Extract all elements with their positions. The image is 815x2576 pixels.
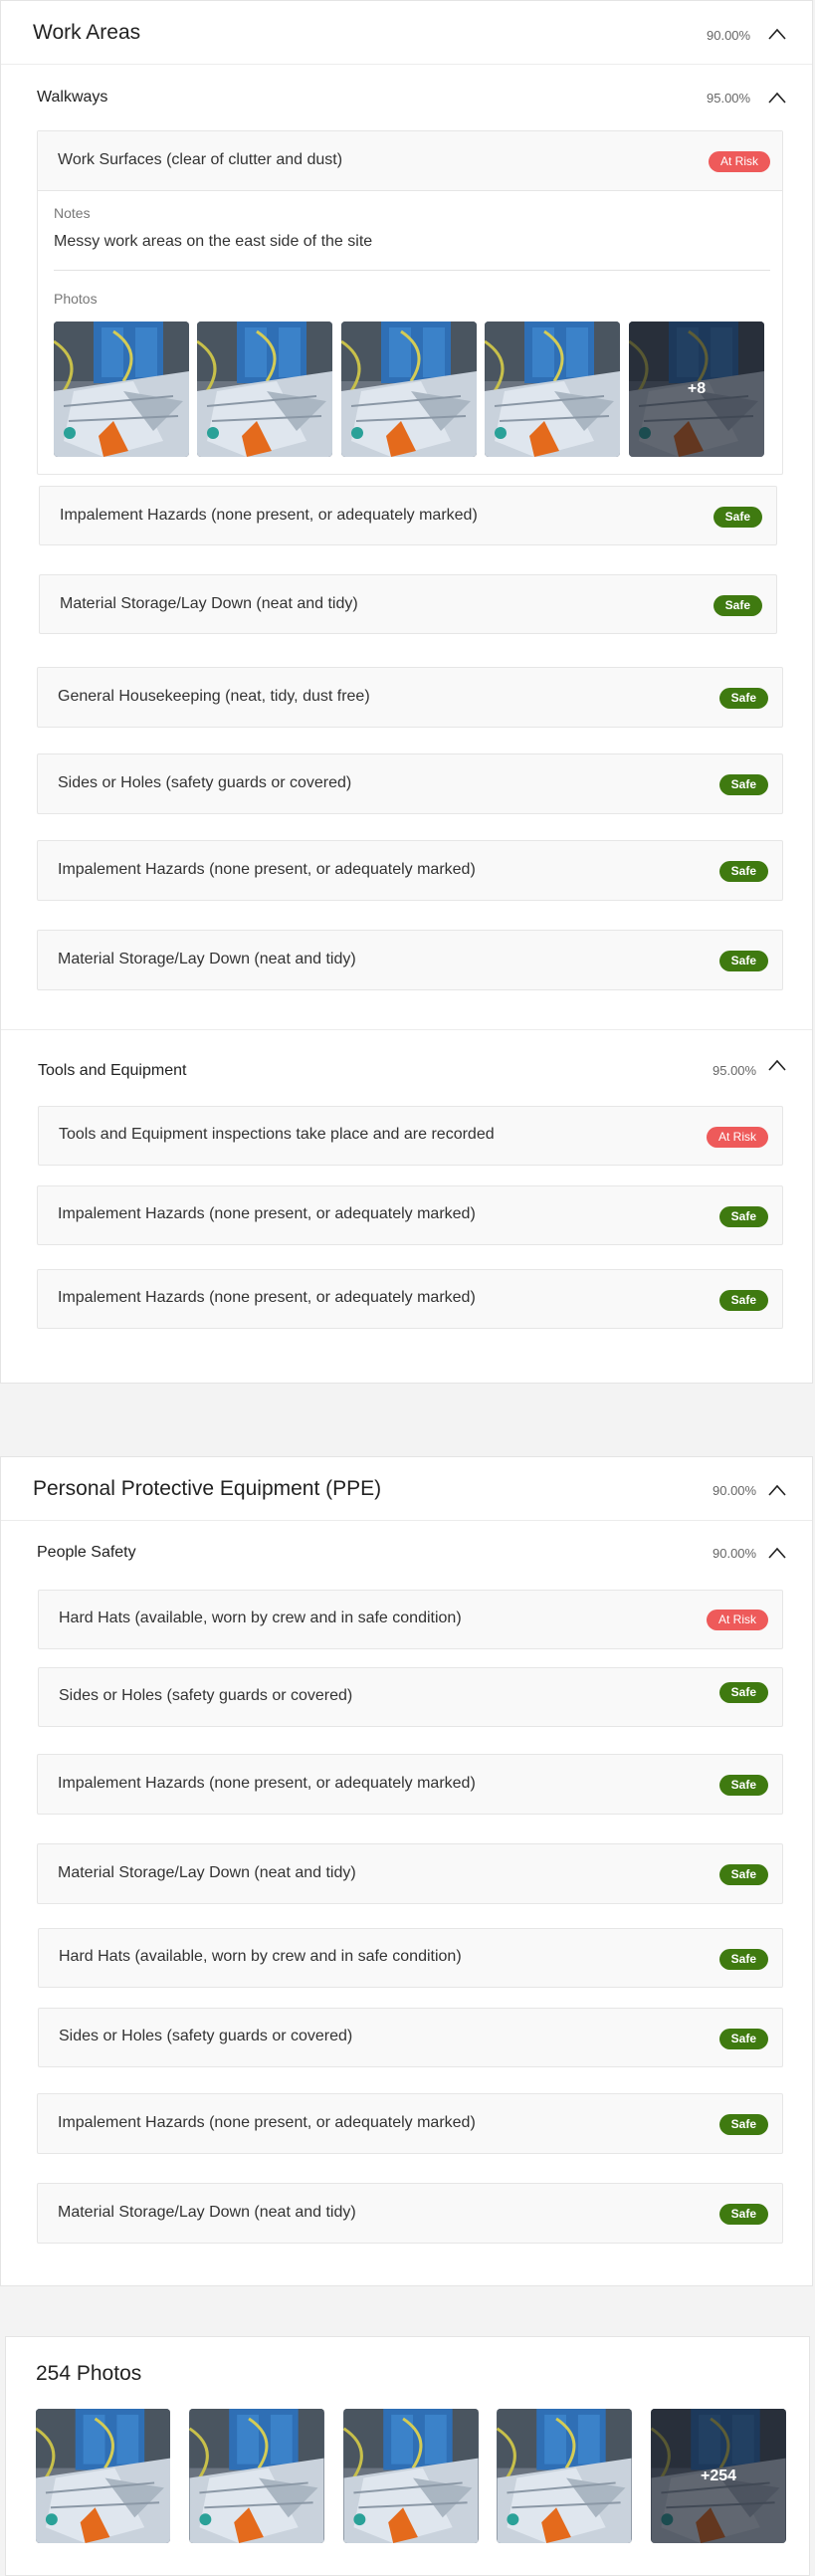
section-title: Work Areas — [33, 21, 141, 44]
status-badge: Safe — [718, 1682, 768, 1703]
checklist-item-expanded: Work Surfaces (clear of clutter and dust… — [37, 130, 783, 475]
status-badge: At Risk — [708, 151, 770, 172]
checklist-item[interactable]: Material Storage/Lay Down (neat and tidy… — [37, 1843, 783, 1904]
photo-thumbnail[interactable] — [485, 322, 620, 457]
more-photos-count: +8 — [629, 322, 764, 457]
status-badge: Safe — [718, 2114, 768, 2135]
photo-thumbnail[interactable] — [343, 2409, 479, 2543]
checklist-item[interactable]: Impalement Hazards (none present, or ade… — [37, 840, 783, 901]
status-badge: Safe — [718, 774, 768, 795]
status-badge: Safe — [713, 595, 762, 616]
subsection-title: Walkways — [37, 89, 108, 106]
divider — [54, 270, 770, 271]
status-badge: Safe — [713, 507, 762, 528]
checklist-item[interactable]: Material Storage/Lay Down (neat and tidy… — [37, 930, 783, 990]
status-badge: Safe — [718, 861, 768, 882]
ppe-header[interactable]: Personal Protective Equipment (PPE) 90.0… — [1, 1457, 812, 1521]
status-badge: At Risk — [706, 1610, 768, 1630]
photo-gallery-card: 254 Photos +254 — [5, 2336, 810, 2576]
item-label: Sides or Holes (safety guards or covered… — [59, 1687, 353, 1704]
item-label: Material Storage/Lay Down (neat and tidy… — [60, 595, 358, 612]
section-divider — [1, 1029, 812, 1030]
chevron-up-icon[interactable] — [766, 23, 788, 45]
item-label: Impalement Hazards (none present, or ade… — [58, 2114, 476, 2131]
status-badge: Safe — [718, 2029, 768, 2049]
checklist-item[interactable]: General Housekeeping (neat, tidy, dust f… — [37, 667, 783, 728]
notes-text: Messy work areas on the east side of the… — [54, 233, 373, 250]
checklist-item[interactable]: Hard Hats (available, worn by crew and i… — [38, 1590, 783, 1649]
checklist-item[interactable]: Impalement Hazards (none present, or ade… — [37, 1754, 783, 1815]
gallery-title: 254 Photos — [36, 2362, 142, 2385]
photo-thumbnail[interactable] — [341, 322, 477, 457]
checklist-item[interactable]: Material Storage/Lay Down (neat and tidy… — [37, 2183, 783, 2244]
subsection-percent: 95.00% — [713, 1063, 757, 1078]
status-badge: Safe — [718, 1949, 768, 1970]
status-badge: At Risk — [706, 1127, 768, 1148]
status-badge: Safe — [718, 951, 768, 971]
item-label: Material Storage/Lay Down (neat and tidy… — [58, 2204, 356, 2221]
status-badge: Safe — [718, 1206, 768, 1227]
checklist-item[interactable]: Sides or Holes (safety guards or covered… — [37, 753, 783, 814]
item-label: Impalement Hazards (none present, or ade… — [60, 507, 478, 524]
checklist-item[interactable]: Impalement Hazards (none present, or ade… — [37, 1269, 783, 1329]
checklist-item[interactable]: Tools and Equipment inspections take pla… — [38, 1106, 783, 1166]
subsection-percent: 90.00% — [713, 1546, 757, 1561]
status-badge: Safe — [718, 2204, 768, 2225]
status-badge: Safe — [718, 1864, 768, 1885]
chevron-up-icon[interactable] — [766, 1054, 788, 1076]
status-badge: Safe — [718, 1775, 768, 1796]
subsection-title: Tools and Equipment — [38, 1062, 187, 1079]
subsection-title: People Safety — [37, 1544, 136, 1561]
item-label: General Housekeeping (neat, tidy, dust f… — [58, 688, 370, 705]
checklist-item[interactable]: Impalement Hazards (none present, or ade… — [37, 1185, 783, 1245]
item-label: Impalement Hazards (none present, or ade… — [58, 861, 476, 878]
checklist-item[interactable]: Impalement Hazards (none present, or ade… — [37, 2093, 783, 2154]
photo-thumbnail[interactable] — [54, 322, 189, 457]
checklist-item[interactable]: Sides or Holes (safety guards or covered… — [38, 1667, 783, 1727]
item-label: Hard Hats (available, worn by crew and i… — [59, 1610, 462, 1626]
more-photos-count: +254 — [651, 2409, 786, 2543]
item-label: Material Storage/Lay Down (neat and tidy… — [58, 951, 356, 967]
checklist-item[interactable]: Hard Hats (available, worn by crew and i… — [38, 1928, 783, 1988]
section-percent: 90.00% — [707, 28, 751, 43]
photos-label: Photos — [54, 291, 98, 307]
more-photos-thumbnail[interactable]: +8 — [629, 322, 764, 457]
item-label: Sides or Holes (safety guards or covered… — [58, 774, 352, 791]
item-label: Work Surfaces (clear of clutter and dust… — [58, 151, 343, 168]
section-percent: 90.00% — [713, 1483, 757, 1498]
subsection-percent: 95.00% — [707, 91, 751, 106]
item-label: Impalement Hazards (none present, or ade… — [58, 1289, 476, 1306]
checklist-item[interactable]: Sides or Holes (safety guards or covered… — [38, 2008, 783, 2067]
notes-label: Notes — [54, 205, 91, 221]
photo-thumbnail[interactable] — [497, 2409, 632, 2543]
more-photos-thumbnail[interactable]: +254 — [651, 2409, 786, 2543]
photo-thumbnail[interactable] — [197, 322, 332, 457]
item-label: Hard Hats (available, worn by crew and i… — [59, 1948, 462, 1965]
chevron-up-icon[interactable] — [766, 87, 788, 108]
checklist-item[interactable]: Impalement Hazards (none present, or ade… — [39, 486, 777, 545]
ppe-card: Personal Protective Equipment (PPE) 90.0… — [0, 1456, 813, 2286]
checklist-item-header[interactable]: Work Surfaces (clear of clutter and dust… — [38, 131, 782, 191]
item-label: Material Storage/Lay Down (neat and tidy… — [58, 1864, 356, 1881]
item-label: Impalement Hazards (none present, or ade… — [58, 1775, 476, 1792]
photo-thumbnail[interactable] — [189, 2409, 324, 2543]
item-label: Sides or Holes (safety guards or covered… — [59, 2028, 353, 2044]
photo-thumbnail[interactable] — [36, 2409, 170, 2543]
chevron-up-icon[interactable] — [766, 1479, 788, 1501]
status-badge: Safe — [718, 1290, 768, 1311]
work-areas-card: Work Areas 90.00% Walkways 95.00% Work S… — [0, 0, 813, 1384]
checklist-item[interactable]: Material Storage/Lay Down (neat and tidy… — [39, 574, 777, 634]
status-badge: Safe — [718, 688, 768, 709]
item-label: Tools and Equipment inspections take pla… — [59, 1126, 495, 1143]
section-title: Personal Protective Equipment (PPE) — [33, 1477, 382, 1500]
item-label: Impalement Hazards (none present, or ade… — [58, 1205, 476, 1222]
work-areas-header[interactable]: Work Areas 90.00% — [1, 1, 812, 65]
chevron-up-icon[interactable] — [766, 1542, 788, 1564]
